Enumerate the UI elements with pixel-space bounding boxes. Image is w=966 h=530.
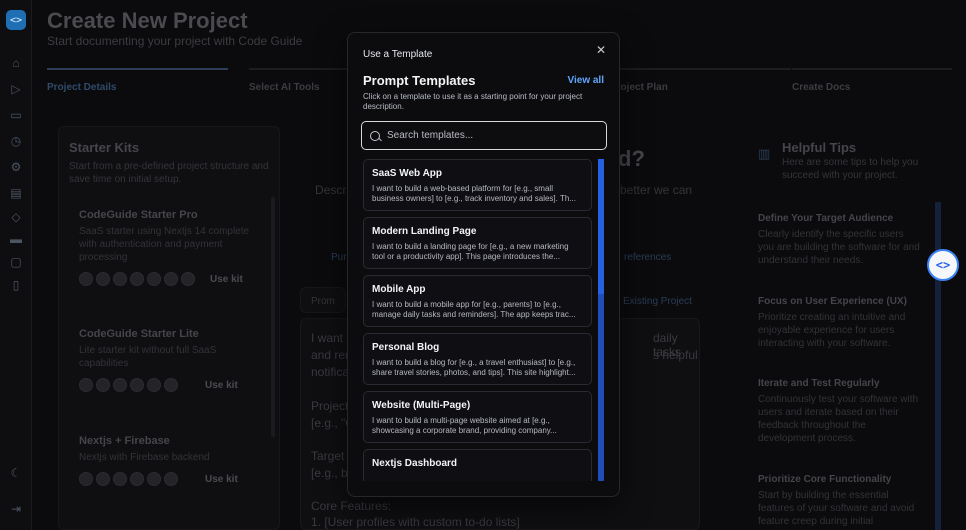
tech-icon: [147, 472, 161, 486]
use-kit-button[interactable]: Use kit: [210, 274, 243, 285]
moon-icon[interactable]: ☾: [9, 466, 23, 480]
scrollbar-thumb[interactable]: [598, 159, 604, 294]
tech-icon: [96, 272, 110, 286]
sidebar: <> ⌂ ▷ ▭ ◷ ⚙ ▤ ◇ ▬ ▢ ▯ ☾ ⇥: [0, 0, 32, 530]
document-icon[interactable]: ▯: [9, 278, 23, 292]
existing-project-tab[interactable]: Existing Project: [623, 295, 692, 308]
use-template-modal: Use a Template ✕ Prompt Templates View a…: [347, 32, 620, 497]
tip-item: Iterate and Test Regularly Continuously …: [758, 378, 919, 444]
starter-kits-title: Starter Kits: [69, 140, 140, 155]
app-logo[interactable]: <>: [6, 10, 26, 30]
step-create-docs[interactable]: Create Docs: [792, 68, 952, 98]
tech-icon: [79, 472, 93, 486]
kit-card[interactable]: CodeGuide Starter Pro SaaS starter using…: [79, 209, 259, 286]
logout-icon[interactable]: ⇥: [9, 502, 23, 516]
helpful-tips-title: Helpful Tips: [782, 140, 857, 155]
kit-card[interactable]: Nextjs + Firebase Nextjs with Firebase b…: [79, 435, 259, 486]
tip-item: Prioritize Core Functionality Start by b…: [758, 474, 915, 527]
tech-icon: [113, 378, 127, 392]
step-project-details[interactable]: Project Details: [47, 68, 228, 98]
tech-icon: [164, 378, 178, 392]
page-subtitle: Start documenting your project with Code…: [47, 34, 303, 48]
book-icon[interactable]: ▤: [9, 186, 23, 200]
template-card-mobile-app[interactable]: Mobile App I want to build a mobile app …: [363, 275, 592, 327]
chat-icon[interactable]: ▢: [9, 255, 23, 269]
tech-icon: [113, 472, 127, 486]
prompt-tab[interactable]: Prom: [300, 287, 346, 313]
tech-icon: [164, 472, 178, 486]
close-icon[interactable]: ✕: [593, 42, 609, 58]
card-icon[interactable]: ▬: [9, 232, 23, 246]
template-card-personal-blog[interactable]: Personal Blog I want to build a blog for…: [363, 333, 592, 385]
step-project-plan[interactable]: Project Plan: [610, 68, 791, 98]
tech-icon: [130, 272, 144, 286]
modal-header: Use a Template: [363, 49, 433, 60]
prompt-templates-description: Click on a template to use it as a start…: [363, 92, 583, 111]
tech-icon: [181, 272, 195, 286]
search-input[interactable]: [387, 130, 587, 141]
preferences-tab[interactable]: references: [624, 251, 671, 264]
starter-kits-description: Start from a pre-defined project structu…: [69, 161, 269, 185]
page-title: Create New Project: [47, 8, 248, 33]
tech-icon: [130, 472, 144, 486]
search-box[interactable]: [361, 121, 607, 150]
template-list-scrollbar[interactable]: [598, 159, 604, 481]
book-icon: ▥: [758, 146, 771, 161]
helpful-tips-subtitle: Here are some tips to help you succeed w…: [782, 157, 919, 181]
kits-scrollbar[interactable]: [271, 197, 275, 437]
tech-icon: [79, 378, 93, 392]
purpose-tab[interactable]: Pur: [331, 251, 347, 264]
kit-card[interactable]: CodeGuide Starter Lite Lite starter kit …: [79, 328, 259, 392]
use-kit-button[interactable]: Use kit: [205, 474, 238, 485]
view-all-link[interactable]: View all: [567, 75, 604, 86]
tip-item: Focus on User Experience (UX) Prioritize…: [758, 296, 907, 349]
clock-icon[interactable]: ◷: [9, 134, 23, 148]
tech-icon: [96, 472, 110, 486]
template-card-nextjs-dashboard[interactable]: Nextjs Dashboard: [363, 449, 592, 481]
cube-icon[interactable]: ◇: [9, 210, 23, 224]
center-heading-fragment: d?: [618, 146, 645, 171]
tip-item: Define Your Target Audience Clearly iden…: [758, 213, 920, 266]
template-card-modern-landing-page[interactable]: Modern Landing Page I want to build a la…: [363, 217, 592, 269]
tech-icon: [164, 272, 178, 286]
tech-icon: [147, 272, 161, 286]
home-icon[interactable]: ⌂: [9, 56, 23, 70]
use-kit-button[interactable]: Use kit: [205, 380, 238, 391]
starter-kits-panel: Starter Kits Start from a pre-defined pr…: [58, 126, 280, 530]
code-toggle-button[interactable]: <>: [927, 249, 959, 281]
folder-icon[interactable]: ▭: [9, 108, 23, 122]
center-text-fragment: Descri: [315, 183, 350, 197]
tech-icon: [96, 378, 110, 392]
search-icon: [370, 130, 380, 141]
template-card-saas-web-app[interactable]: SaaS Web App I want to build a web-based…: [363, 159, 592, 211]
center-text-fragment: better we can: [620, 183, 693, 197]
template-card-website-multi-page[interactable]: Website (Multi-Page) I want to build a m…: [363, 391, 592, 443]
tech-icon: [113, 272, 127, 286]
tech-icon: [79, 272, 93, 286]
prompt-templates-title: Prompt Templates: [363, 73, 476, 88]
template-list: SaaS Web App I want to build a web-based…: [363, 159, 593, 481]
play-icon[interactable]: ▷: [9, 82, 23, 96]
tech-icon: [130, 378, 144, 392]
settings-icon[interactable]: ⚙: [9, 160, 23, 174]
tech-icon: [147, 378, 161, 392]
